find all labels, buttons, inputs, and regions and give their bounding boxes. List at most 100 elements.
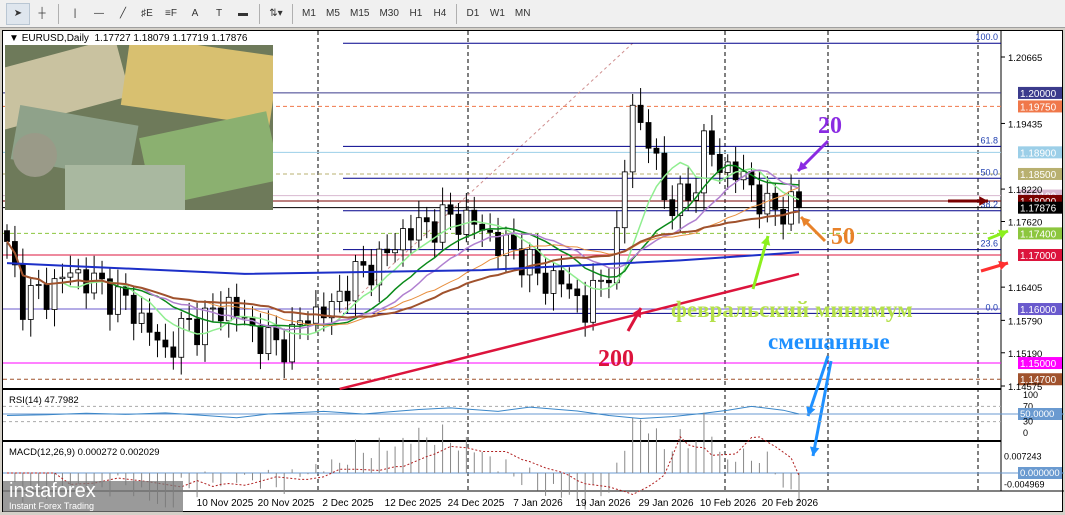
candle [510,218,517,260]
candle [75,258,82,290]
date-tick: 7 Jan 2026 [513,498,563,509]
fibo-label: 61.8 [980,135,998,145]
macd-tick: 0.000000 [1020,468,1060,479]
high-value: 1.18079 [133,33,170,44]
price-tag-label: 1.15000 [1020,359,1057,370]
symbol-info: ▼ EURUSD,Daily 1.17727 1.18079 1.17719 1… [9,33,248,44]
symbol-label: EURUSD,Daily [21,33,89,44]
candle [772,182,779,226]
price-tick: 1.20665 [1008,53,1042,64]
chart-window[interactable]: 1.200001.197501.189001.185001.181001.180… [2,30,1064,512]
text-tool-button[interactable]: A [183,3,207,25]
toolbar-separator [455,3,457,24]
crosshair-tool-button[interactable]: ┼ [30,3,54,25]
arrows-tool-button[interactable]: ⇅▾ [264,3,288,25]
price-tag: 1.18500 [1018,167,1062,181]
text-label-tool-button[interactable]: T [207,3,231,25]
rsi-label: RSI(14) 47.7982 [9,395,79,406]
candle [796,179,802,224]
candle [661,136,668,209]
date-tick: 20 Feb 2026 [762,498,819,509]
macd-tick: -0.004969 [1004,479,1045,489]
candle [336,274,343,313]
instaforex-logo: instaforex Instant Forex Trading [3,481,183,512]
price-tick: 1.16405 [1008,283,1042,294]
date-tick: 12 Dec 2025 [385,498,442,509]
mixed-annotation: смешанные [768,329,890,354]
cursor-tool-button[interactable]: ➤ [6,2,30,25]
candle [43,267,50,320]
timeframe-D1[interactable]: D1 [461,3,485,25]
timeframe-M5[interactable]: M5 [321,3,345,25]
timeframe-H4[interactable]: H4 [428,3,452,25]
date-tick: 20 Nov 2025 [258,498,315,509]
candle [35,269,42,300]
macd-label: MACD(12,26,9) 0.000272 0.002029 [9,447,160,458]
fibo-label: 100.0 [975,32,998,42]
date-tick: 10 Nov 2025 [197,498,254,509]
candle [534,233,541,286]
candle [51,269,58,327]
candle [91,255,98,300]
price-tick: 1.18220 [1008,185,1042,196]
rsi-line [6,405,800,420]
fibo-levels-tool-button[interactable]: ≡F [159,3,183,25]
price-tag-label: 1.18900 [1020,148,1057,159]
candle [210,293,216,322]
candle [273,315,280,356]
price-tag: 1.17000 [1018,248,1062,262]
candle [677,175,684,233]
feb-min-annotation: февральский минимум [671,297,913,322]
timeframe-M1[interactable]: M1 [297,3,321,25]
trendline-tool-button[interactable]: ╱ [111,3,135,25]
candle [154,324,161,358]
candle [732,146,739,194]
candle [788,174,794,231]
candle [249,306,256,343]
candle [217,291,224,331]
date-tick: 10 Feb 2026 [700,498,757,509]
rectangle-tool-button[interactable]: ▬ [231,3,255,25]
candle [289,307,296,370]
currency-photo [5,45,273,210]
fibo-label: 0.0 [985,302,998,312]
ma20-annotation: 20 [818,113,842,139]
candle [606,267,612,299]
candle [637,88,644,131]
price-tag: 1.19750 [1018,100,1062,113]
candle [518,233,525,288]
timeframe-M15[interactable]: M15 [345,3,374,25]
price-tick: 1.15190 [1008,349,1042,360]
rsi-tick: 30 [1023,417,1033,427]
vertical-line-tool-button[interactable]: | [63,3,87,25]
toolbar: ➤ ┼ | — ╱ ♯E ≡F A T ▬ ⇅▾ M1 M5 M15 M30 H1 H4 D1 W1 MN [0,0,1065,28]
candle [225,287,232,338]
candle [431,209,438,258]
price-tag-label: 1.17400 [1020,229,1057,240]
horizontal-line-tool-button[interactable]: — [87,3,111,25]
ma200-annotation: 200 [598,346,634,372]
candle [59,263,66,294]
candle [708,115,715,167]
timeframe-H1[interactable]: H1 [404,3,428,25]
candle [328,293,335,335]
candle [392,233,398,263]
candle [114,269,121,323]
timeframe-W1[interactable]: W1 [485,3,510,25]
timeframe-MN[interactable]: MN [510,3,536,25]
price-tick: 1.15790 [1008,316,1042,327]
price-tag: 1.16000 [1018,303,1062,316]
open-value: 1.17727 [94,33,131,44]
date-tick: 24 Dec 2025 [448,498,505,509]
candle [170,331,177,370]
close-value: 1.17876 [211,33,248,44]
date-tick: 19 Jan 2026 [575,498,630,509]
candle [550,262,557,311]
fibo-channel-tool-button[interactable]: ♯E [135,3,159,25]
candle [107,267,113,331]
candle [162,323,169,358]
price-tag: 1.18900 [1018,146,1062,159]
candle [19,248,26,331]
timeframe-M30[interactable]: M30 [374,3,403,25]
toolbar-separator [292,3,293,24]
